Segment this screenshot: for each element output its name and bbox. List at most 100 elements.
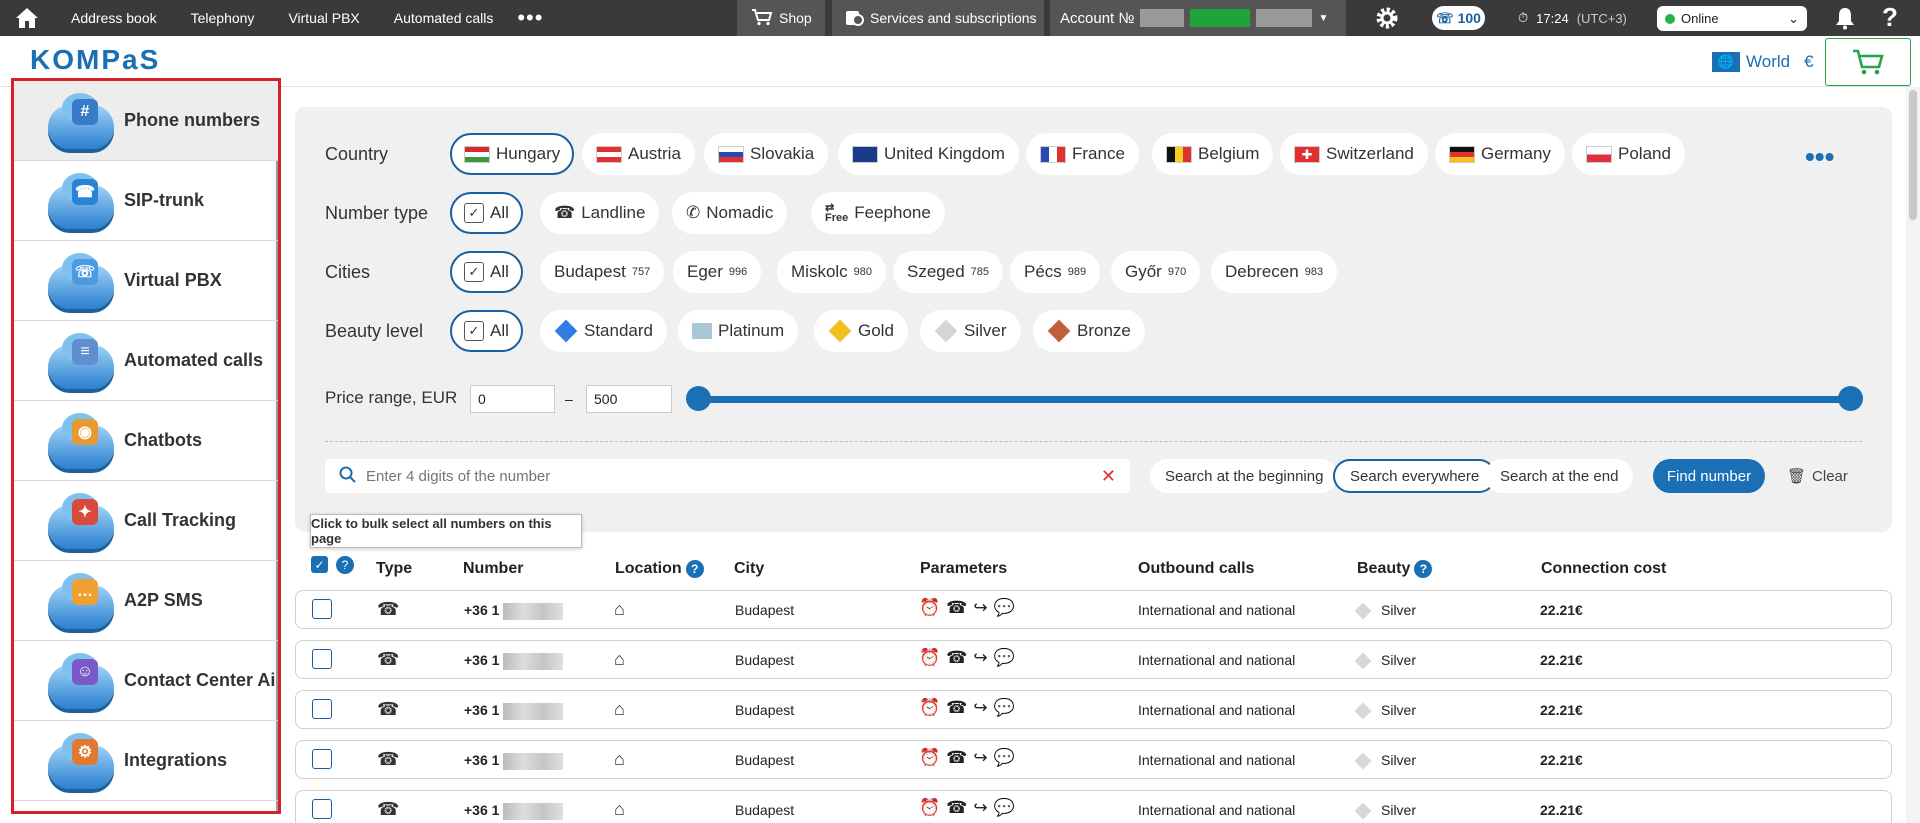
sidebar-item-contact-center[interactable]: ☺ Contact Center Ai [14,641,278,721]
row-checkbox[interactable] [312,649,332,669]
nav-virtual-pbx[interactable]: Virtual PBX [271,10,376,26]
country-chip-poland[interactable]: Poland [1572,133,1685,175]
price-max-input[interactable] [586,385,672,413]
beauty-chip-gold[interactable]: Gold [814,310,908,352]
city-chip-debrecen[interactable]: Debrecen 983 [1211,251,1338,293]
gear-icon[interactable] [1375,6,1399,33]
beauty-chip-standard[interactable]: Standard [540,310,667,352]
nav-automated-calls[interactable]: Automated calls [377,10,511,26]
cart-button[interactable] [1825,38,1911,86]
status-select[interactable]: Online ⌄ [1657,6,1807,31]
services-icon [844,7,864,30]
city-chip-miskolc[interactable]: Miskolc 980 [777,251,887,293]
services-subscriptions-button[interactable]: Services and subscriptions [832,0,1044,36]
beauty-label: Silver [1381,752,1417,768]
sidebar-item-virtual-pbx[interactable]: ☏ Virtual PBX [14,241,278,321]
bulk-select-checkbox[interactable]: ✓ [311,556,328,573]
outbound-cell: International and national [1138,702,1296,718]
shop-button[interactable]: Shop [737,0,825,36]
number-prefix: +36 1 [464,652,500,668]
city-chip-budapest[interactable]: Budapest 757 [540,251,665,293]
number-type-chip-feephone[interactable]: ⇄ Free Feephone [811,192,945,234]
table-row[interactable]: ☎ +36 1 ⌂ Budapest ⏰ ☎ ↪ 💬 International an… [295,790,1892,823]
page-scrollbar-thumb[interactable] [1909,90,1917,220]
price-min-input[interactable] [470,385,555,413]
beauty-chip-silver[interactable]: Silver [920,310,1021,352]
find-number-button[interactable]: Find number [1653,459,1765,493]
search-input[interactable] [366,467,1066,485]
bulk-help-icon[interactable]: ? [336,556,354,574]
city-chip-pecs[interactable]: Pécs 989 [1010,251,1101,293]
city-count: 970 [1167,266,1187,278]
logo[interactable]: KOMPaS [30,44,160,76]
call-balance-badge[interactable]: ☏ 100 [1432,6,1485,30]
price-slider-min-handle[interactable] [686,386,711,411]
city-chip-szeged[interactable]: Szeged 785 [893,251,1004,293]
chip-label: Feephone [854,203,931,222]
table-row[interactable]: ☎ +36 1 ⌂ Budapest ⏰ ☎ ↪ 💬 International an… [295,590,1892,629]
sidebar-item-automated-calls[interactable]: ≡ Automated calls [14,321,278,401]
number-type-chip-all[interactable]: ✓ All [450,192,523,234]
number-search-field[interactable]: ✕ [325,459,1130,493]
help-icon[interactable]: ? [1882,2,1898,33]
column-header-city: City [734,560,765,577]
account-selector[interactable]: Account № ▼ [1050,0,1346,36]
fax-icon: ☎ [946,698,968,717]
checkmark-icon: ✓ [464,321,484,341]
sidebar-item-a2p-sms[interactable]: … A2P SMS [14,561,278,641]
country-chip-hungary[interactable]: Hungary [450,133,575,175]
clear-button[interactable]: 🗑 Clear [1787,459,1848,493]
integrations-icon: ⚙ [14,721,124,801]
row-checkbox[interactable] [312,749,332,769]
location-help-icon[interactable]: ? [685,560,704,578]
more-menu-icon[interactable]: ••• [510,0,550,36]
chevron-down-icon: ▼ [1318,12,1329,24]
country-chip-austria[interactable]: Austria [582,133,695,175]
table-row[interactable]: ☎ +36 1 ⌂ Budapest ⏰ ☎ ↪ 💬 International an… [295,690,1892,729]
country-chip-france[interactable]: France [1026,133,1139,175]
silver-diamond-icon [1354,652,1372,670]
more-countries-icon[interactable]: ••• [1805,141,1834,173]
number-type-chip-nomadic[interactable]: ✆ Nomadic [672,192,788,234]
table-row[interactable]: ☎ +36 1 ⌂ Budapest ⏰ ☎ ↪ 💬 International an… [295,640,1892,679]
beauty-chip-bronze[interactable]: Bronze [1033,310,1145,352]
home-icon[interactable] [0,0,54,36]
sidebar-item-sip-trunk[interactable]: ☎ SIP-trunk [14,161,278,241]
price-slider-track[interactable] [697,396,1850,403]
sidebar-item-chatbots[interactable]: ◉ Chatbots [14,401,278,481]
country-name: Austria [628,144,681,163]
alarm-icon: ⏰ [919,748,941,767]
landline-icon: ☎ [377,749,400,769]
beauty-help-icon[interactable]: ? [1414,560,1433,578]
beauty-chip-all[interactable]: ✓ All [450,310,523,352]
number-masked [503,752,564,770]
city-chip-eger[interactable]: Eger 996 [673,251,762,293]
nav-address-book[interactable]: Address book [54,10,174,26]
search-everywhere-option[interactable]: Search everywhere [1333,459,1497,493]
sidebar-item-phone-numbers[interactable]: # Phone numbers [14,81,278,161]
search-beginning-option[interactable]: Search at the beginning [1150,459,1339,493]
row-checkbox[interactable] [312,699,332,719]
city-chip-all[interactable]: ✓ All [450,251,523,293]
bell-icon[interactable] [1834,6,1856,33]
nav-telephony[interactable]: Telephony [174,10,272,26]
country-chip-belgium[interactable]: Belgium [1152,133,1274,175]
table-row[interactable]: ☎ +36 1 ⌂ Budapest ⏰ ☎ ↪ 💬 International an… [295,740,1892,779]
row-checkbox[interactable] [312,799,332,819]
country-chip-slovakia[interactable]: Slovakia [704,133,829,175]
region-selector[interactable]: 🌐 World € [1712,52,1814,72]
country-chip-switzerland[interactable]: ✚ Switzerland [1280,133,1428,175]
city-chip-gyor[interactable]: Győr 970 [1111,251,1201,293]
country-chip-united-kingdom[interactable]: United Kingdom [838,133,1019,175]
price-slider-max-handle[interactable] [1838,386,1863,411]
beauty-chip-platinum[interactable]: Platinum [678,310,799,352]
sidebar-item-integrations[interactable]: ⚙ Integrations [14,721,278,801]
landline-icon: ☎ [377,799,400,819]
chip-label: Szeged [907,262,965,281]
close-icon[interactable]: ✕ [1101,466,1116,487]
sidebar-item-call-tracking[interactable]: ✦ Call Tracking [14,481,278,561]
row-checkbox[interactable] [312,599,332,619]
country-chip-germany[interactable]: Germany [1435,133,1565,175]
number-type-chip-landline[interactable]: ☎ Landline [540,192,660,234]
search-end-option[interactable]: Search at the end [1485,459,1634,493]
